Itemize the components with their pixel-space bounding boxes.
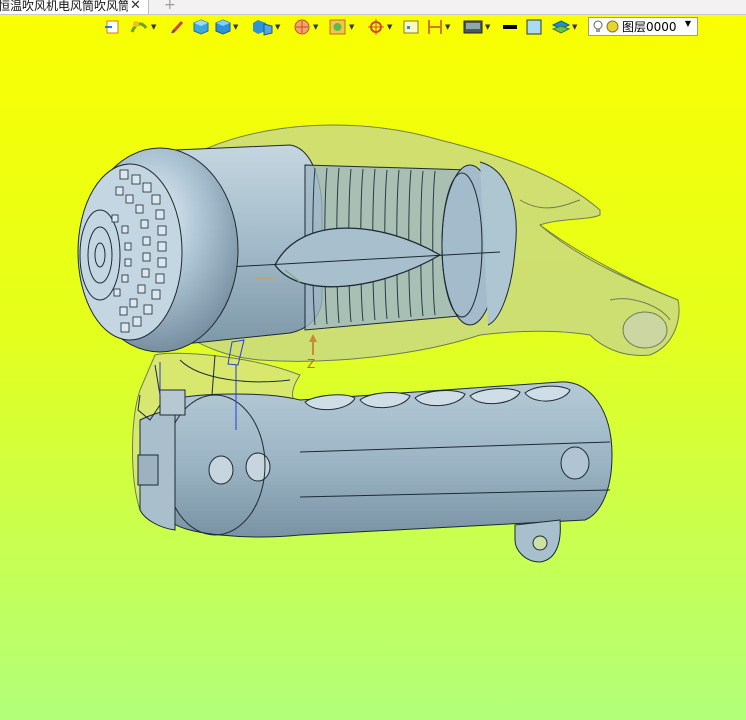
face-color-icon[interactable] xyxy=(525,16,543,38)
cube-solid-icon[interactable]: ▼ xyxy=(214,16,238,38)
handle xyxy=(137,381,613,563)
cube-shade-icon[interactable]: ▼ xyxy=(252,16,280,38)
new-tab-button[interactable]: + xyxy=(164,0,176,13)
bulb-icon[interactable] xyxy=(592,20,604,34)
layer-select[interactable]: 图层0000 ▼ xyxy=(588,17,698,36)
3d-viewport[interactable]: Z 恒温吹风机电风筒吹风筒] ✕ + ▼ ▼ ▼ ▼ ▼ ▼ ▼ ▼ ▼ 图层0… xyxy=(0,0,746,720)
cube-wire-icon[interactable] xyxy=(192,16,210,38)
line-color-icon[interactable] xyxy=(501,16,519,38)
hair-dryer-model[interactable]: Z xyxy=(0,0,746,720)
target-icon[interactable]: ▼ xyxy=(366,16,392,38)
view-fit-icon[interactable] xyxy=(104,16,122,38)
layer-label: 图层0000 xyxy=(622,20,677,34)
display-icon[interactable]: ▼ xyxy=(462,16,490,38)
close-icon[interactable]: ✕ xyxy=(130,0,141,13)
document-tab[interactable]: 恒温吹风机电风筒吹风筒] ✕ xyxy=(0,0,149,14)
document-tab-title: 恒温吹风机电风筒吹风筒] xyxy=(0,0,128,13)
layer-color-icon xyxy=(606,20,619,33)
z-axis-label: Z xyxy=(307,357,315,371)
pen-icon[interactable] xyxy=(170,16,186,38)
render-mode-icon[interactable]: ▼ xyxy=(130,16,156,38)
layer-dropdown-arrow[interactable]: ▼ xyxy=(685,19,691,28)
section-icon[interactable]: ▼ xyxy=(292,16,318,38)
sheet-icon[interactable] xyxy=(402,16,420,38)
dryer-head xyxy=(77,147,239,353)
tab-strip: 恒温吹风机电风筒吹风筒] ✕ + xyxy=(0,0,746,15)
material-icon[interactable]: ▼ xyxy=(328,16,354,38)
layers-icon[interactable]: ▼ xyxy=(551,16,577,38)
dimension-icon[interactable]: ▼ xyxy=(426,16,450,38)
